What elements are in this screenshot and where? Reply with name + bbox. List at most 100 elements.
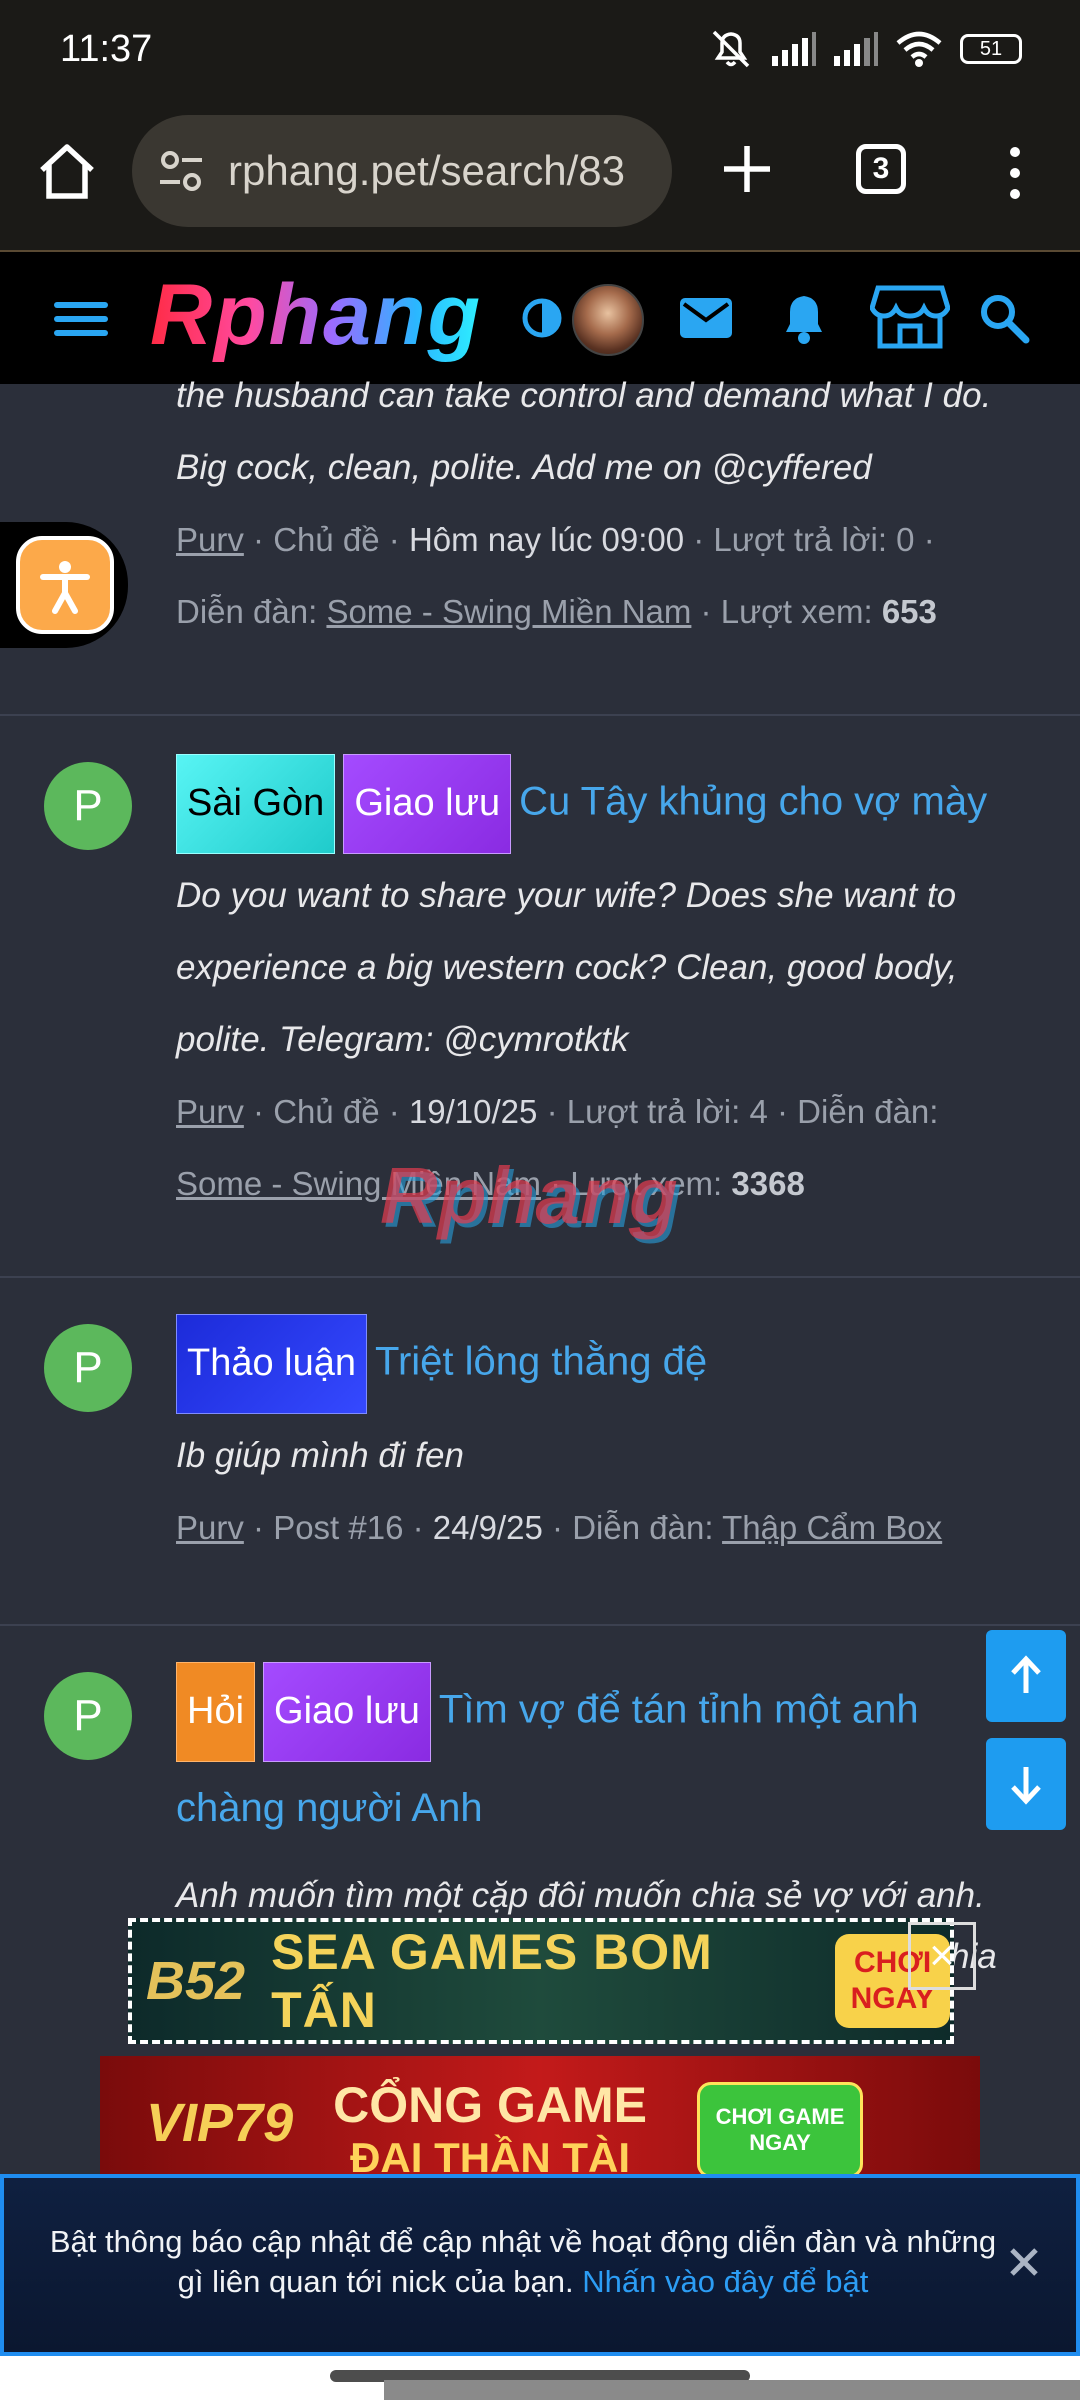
more-menu-icon[interactable] (1000, 140, 1030, 206)
author-link[interactable]: Purv (176, 1509, 244, 1546)
forum-label: Diễn đàn: (797, 1093, 939, 1130)
mute-icon (712, 30, 750, 68)
prefix-tag[interactable]: Giao lưu (343, 754, 512, 854)
tab-count: 3 (872, 152, 890, 185)
forum-link[interactable]: Some - Swing Miền Nam (326, 593, 691, 630)
result-title-line: Hỏi Giao lưu Tìm vợ để tán tỉnh một anh (176, 1662, 1026, 1762)
result-title-line: Sài Gòn Giao lưu Cu Tây khủng cho vợ mày (176, 754, 1026, 854)
author-avatar[interactable]: P (44, 762, 132, 850)
result-date: Hôm nay lúc 09:00 (408, 521, 685, 558)
arrow-up-icon (1011, 1655, 1041, 1693)
snippet-line: Do you want to share your wife? Does she… (176, 876, 957, 915)
url-text[interactable]: rphang.pet/search/83 (228, 147, 658, 195)
notification-prompt: Bật thông báo cập nhật để cập nhật về ho… (0, 2174, 1080, 2356)
battery-icon: 51 (960, 34, 1022, 64)
ad-headline-line: ĐẠI THẦN TÀI (350, 2134, 631, 2176)
ad-headline: CỔNG GAME ĐẠI THẦN TÀI (333, 2076, 647, 2176)
result-snippet: the husband can take control and demand … (176, 360, 1026, 504)
result-date: 19/10/25 (408, 1093, 538, 1130)
snippet-line: Ib giúp mình đi fen (176, 1436, 464, 1475)
result-type: Chủ đề (273, 521, 380, 558)
prefix-tag[interactable]: Hỏi (176, 1662, 256, 1762)
ad-cta-button[interactable]: CHƠI GAME NGAY (697, 2082, 864, 2176)
ad-headline: SEA GAMES BOM TẤN (271, 1924, 713, 2038)
forum-label: Diễn đàn: (176, 593, 318, 630)
system-nav-area (0, 2356, 1080, 2400)
result-meta: Purv · Chủ đề · Hôm nay lúc 09:00 · Lượt… (176, 521, 937, 630)
wifi-icon (896, 31, 942, 67)
ad-brand: VIP79 (146, 2093, 294, 2153)
home-icon[interactable] (34, 138, 100, 204)
address-bar[interactable]: rphang.pet/search/83 (132, 115, 672, 227)
replies-label: Lượt trả lời: (566, 1093, 741, 1130)
result-date: 24/9/25 (432, 1509, 543, 1546)
close-icon[interactable] (1004, 2242, 1044, 2282)
result-meta: Purv · Post #16 · 24/9/25 · Diễn đàn: Th… (176, 1509, 943, 1546)
browser-toolbar: rphang.pet/search/83 3 (0, 100, 1080, 252)
user-avatar[interactable] (572, 284, 644, 356)
scroll-to-top-button[interactable] (986, 1630, 1066, 1722)
views-label: Lượt xem: (720, 593, 873, 630)
author-avatar[interactable]: P (44, 1672, 132, 1760)
ad-brand: B52 (146, 1951, 246, 2011)
hamburger-menu-icon[interactable] (52, 294, 110, 344)
replies-count: 0 (896, 521, 915, 558)
watermark-logo: Rphang (380, 1151, 678, 1240)
status-time: 11:37 (60, 28, 153, 70)
mail-icon[interactable] (676, 288, 736, 348)
status-icons: 51 (708, 28, 1022, 70)
views-count: 653 (881, 593, 937, 630)
status-bar: 11:37 51 (0, 0, 1080, 100)
snippet-line: polite. Telegram: @cymrotktk (176, 1020, 629, 1059)
tab-switcher-button[interactable]: 3 (856, 144, 906, 194)
author-link[interactable]: Purv (176, 1093, 244, 1130)
result-title-link[interactable]: chàng người Anh (176, 1762, 1026, 1854)
ad-close-button[interactable]: × (908, 1922, 976, 1990)
prefix-tag[interactable]: Sài Gòn (176, 754, 336, 854)
views-count: 3368 (731, 1165, 805, 1202)
result-title-link[interactable]: Cu Tây khủng cho vợ mày (519, 780, 987, 824)
arrow-down-icon (1011, 1767, 1041, 1805)
theme-toggle-icon[interactable] (512, 288, 572, 348)
site-settings-icon[interactable] (156, 146, 206, 196)
ad-banner-vip79[interactable]: VIP79 CỔNG GAME ĐẠI THẦN TÀI CHƠI GAME N… (100, 2056, 980, 2176)
battery-level: 51 (979, 37, 1003, 60)
result-type: Post #16 (273, 1509, 404, 1546)
accessibility-icon (16, 536, 114, 634)
result-title-link[interactable]: Triệt lông thằng đệ (375, 1340, 707, 1384)
forum-label: Diễn đàn: (572, 1509, 714, 1546)
prefix-tag[interactable]: Giao lưu (263, 1662, 431, 1762)
new-tab-icon[interactable] (714, 136, 780, 202)
site-logo[interactable]: Rphang (150, 266, 482, 365)
enable-notifications-link[interactable]: Nhấn vào đây để bật (582, 2264, 868, 2299)
ad-banner-b52[interactable]: B52 SEA GAMES BOM TẤN CHƠI NGAY (128, 1918, 954, 2044)
search-results: the husband can take control and demand … (0, 376, 1080, 2146)
scroll-to-bottom-button[interactable] (986, 1738, 1066, 1830)
result-snippet: Ib giúp mình đi fen (176, 1420, 1026, 1492)
horizontal-scrollbar (384, 2380, 1080, 2400)
author-link[interactable]: Purv (176, 521, 244, 558)
prefix-tag[interactable]: Thảo luận (176, 1314, 368, 1414)
result-snippet: Do you want to share your wife? Does she… (176, 860, 1026, 1076)
snippet-line: experience a big western cock? Clean, go… (176, 948, 958, 987)
signal-icon (834, 32, 878, 66)
result-type: Chủ đề (273, 1093, 380, 1130)
search-result[interactable]: the husband can take control and demand … (0, 376, 1080, 716)
author-avatar[interactable]: P (44, 1324, 132, 1412)
snippet-line: Big cock, clean, polite. Add me on @cyff… (176, 448, 872, 487)
snippet-line: the husband can take control and demand … (176, 376, 992, 415)
close-icon: × (929, 1931, 955, 1980)
replies-label: Lượt trả lời: (713, 521, 887, 558)
notification-message: Bật thông báo cập nhật để cập nhật về ho… (48, 2222, 998, 2302)
ad-headline-line: CỔNG GAME (333, 2077, 648, 2133)
search-result[interactable]: P Thảo luận Triệt lông thằng đệ Ib giúp m… (0, 1278, 1080, 1626)
accessibility-button[interactable] (0, 522, 128, 648)
result-title-link[interactable]: Tìm vợ để tán tỉnh một anh (439, 1688, 919, 1732)
store-icon[interactable] (870, 284, 950, 350)
result-title-line: Thảo luận Triệt lông thằng đệ (176, 1314, 1026, 1414)
search-icon[interactable] (974, 288, 1034, 348)
signal-icon (772, 32, 816, 66)
replies-count: 4 (749, 1093, 768, 1130)
forum-link[interactable]: Thập Cẩm Box (722, 1509, 942, 1546)
notification-bell-icon[interactable] (774, 288, 834, 348)
